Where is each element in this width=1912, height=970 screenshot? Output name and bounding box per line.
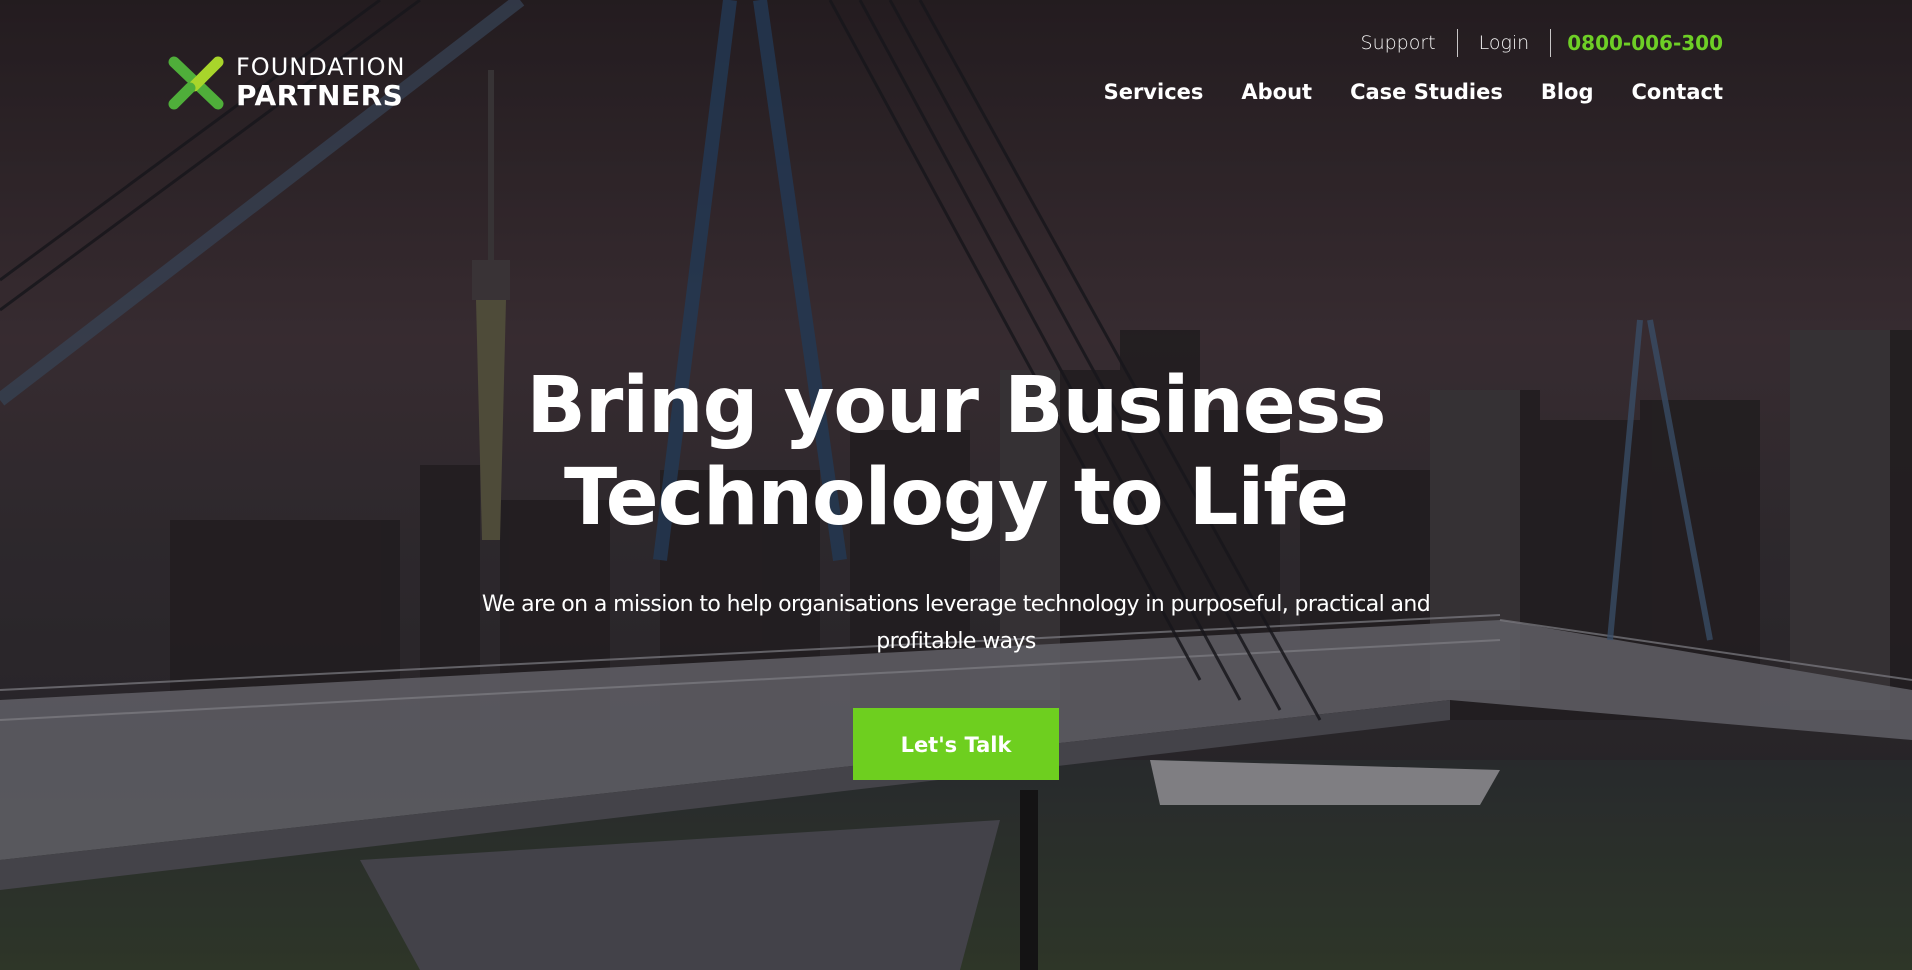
login-link[interactable]: Login — [1458, 32, 1551, 54]
hero-title-line-1: Bring your Business — [526, 361, 1386, 451]
logo-line-foundation: FOUNDATION — [236, 52, 406, 81]
hero-subtitle: We are on a mission to help organisation… — [476, 586, 1436, 660]
nav-item-contact[interactable]: Contact — [1632, 80, 1724, 104]
site-logo[interactable]: FOUNDATION PARTNERS — [168, 54, 405, 110]
logo-wordmark: FOUNDATION PARTNERS — [236, 55, 405, 110]
utility-bar: Support Login 0800-006-300 — [1340, 28, 1723, 58]
hero-title: Bring your Business Technology to Life — [506, 360, 1406, 544]
hero-section: FOUNDATION PARTNERS Support Login 0800-0… — [0, 0, 1912, 970]
hero-subtitle-line-2: profitable ways — [876, 629, 1036, 654]
x-mark-logo-icon — [168, 56, 224, 110]
support-link[interactable]: Support — [1340, 32, 1457, 54]
main-navigation: Services About Case Studies Blog Contact — [1104, 80, 1723, 104]
logo-line-partners: PARTNERS — [236, 78, 404, 112]
phone-link[interactable]: 0800-006-300 — [1551, 31, 1723, 55]
nav-item-blog[interactable]: Blog — [1541, 80, 1594, 104]
hero-title-line-2: Technology to Life — [563, 453, 1349, 543]
lets-talk-button[interactable]: Let's Talk — [853, 708, 1059, 780]
hero-content: Bring your Business Technology to Life W… — [0, 360, 1912, 780]
hero-subtitle-line-1: We are on a mission to help organisation… — [481, 592, 1431, 617]
nav-item-services[interactable]: Services — [1104, 80, 1204, 104]
nav-item-case-studies[interactable]: Case Studies — [1350, 80, 1503, 104]
nav-item-about[interactable]: About — [1241, 80, 1312, 104]
